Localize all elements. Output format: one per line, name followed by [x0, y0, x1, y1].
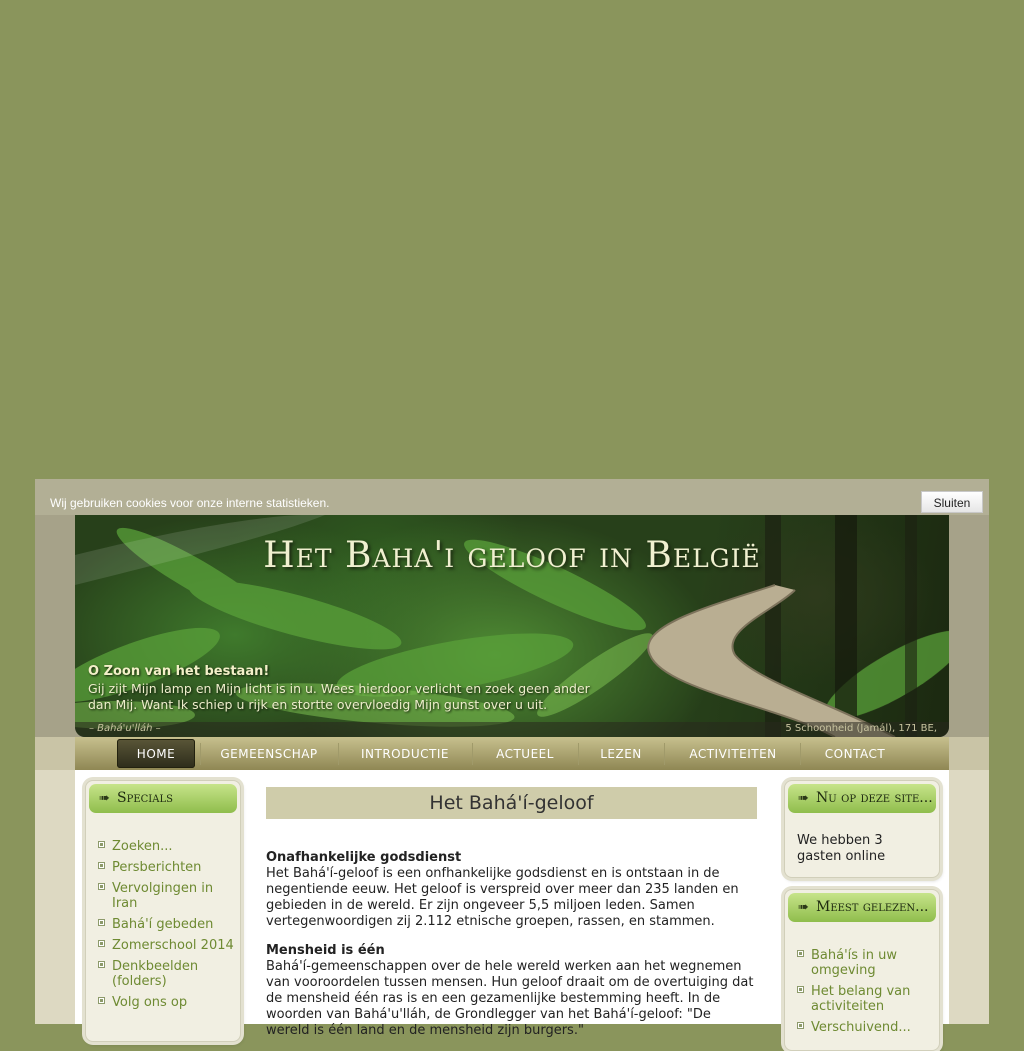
section-heading: Mensheid is één [266, 943, 385, 958]
cookie-bar: Wij gebruiken cookies voor onze interne … [35, 479, 989, 515]
nav-actueel[interactable]: ACTUEEL [482, 739, 568, 768]
list-item[interactable]: Vervolgingen in Iran [98, 881, 238, 911]
link-vervolgingen[interactable]: Vervolgingen in Iran [112, 881, 213, 911]
article-title: Het Bahá'í-geloof [266, 787, 757, 819]
nav-gemeenschap[interactable]: GEMEENSCHAP [210, 739, 328, 768]
nav-divider [664, 743, 665, 765]
link-popular-3[interactable]: Verschuivend... [811, 1020, 911, 1035]
bullet-icon [98, 883, 105, 890]
list-item[interactable]: Verschuivend... [797, 1020, 931, 1035]
specials-box: ➠ Specials Zoeken... Persberichten Vervo… [85, 780, 241, 1042]
list-item[interactable]: Denkbeelden (folders) [98, 959, 238, 989]
main-nav: HOME GEMEENSCHAP INTRODUCTIE ACTUEEL LEZ… [75, 737, 949, 770]
online-box: ➠ Nu op deze site... We hebben 3 gasten … [784, 780, 940, 878]
specials-title: Specials [117, 790, 173, 806]
cookie-close-button[interactable]: Sluiten [921, 491, 983, 513]
link-volg-ons[interactable]: Volg ons op [112, 995, 187, 1010]
quote-footer: – Bahá'u'lláh – 5 Schoonheid (Jamál), 17… [75, 722, 949, 737]
quote-text: Gij zijt Mijn lamp en Mijn licht is in u… [88, 681, 590, 712]
link-zomerschool[interactable]: Zomerschool 2014 [112, 938, 234, 953]
specials-header: ➠ Specials [89, 784, 237, 813]
site-title: Het Baha'i geloof in België [263, 535, 761, 576]
bullet-icon [98, 841, 105, 848]
nav-introductie[interactable]: INTRODUCTIE [348, 739, 462, 768]
header-banner: Het Baha'i geloof in België O Zoon van h… [75, 515, 949, 737]
list-item[interactable]: Zomerschool 2014 [98, 938, 238, 953]
nav-divider [200, 743, 201, 765]
online-title: Nu op deze site... [816, 790, 933, 806]
section-heading: Onafhankelijke godsdienst [266, 850, 462, 865]
online-count-text: We hebben 3 gasten online [797, 833, 886, 864]
nav-home[interactable]: HOME [117, 739, 195, 768]
popular-box: ➠ Meest gelezen... Bahá'ís in uw omgevin… [784, 889, 940, 1051]
quote-reference: 5 Schoonheid (Jamál), 171 BE, [785, 723, 937, 734]
list-item[interactable]: Bahá'ís in uw omgeving [797, 948, 931, 978]
nav-divider [338, 743, 339, 765]
popular-list: Bahá'ís in uw omgeving Het belang van ac… [797, 948, 931, 1041]
popular-header: ➠ Meest gelezen... [788, 893, 936, 922]
arrow-right-icon: ➠ [798, 900, 809, 915]
specials-list: Zoeken... Persberichten Vervolgingen in … [98, 839, 238, 1016]
cookie-message: Wij gebruiken cookies voor onze interne … [50, 496, 330, 510]
nav-divider [578, 743, 579, 765]
arrow-right-icon: ➠ [798, 791, 809, 806]
link-zoeken[interactable]: Zoeken... [112, 839, 173, 854]
bullet-icon [98, 997, 105, 1004]
nav-lezen[interactable]: LEZEN [588, 739, 654, 768]
bullet-icon [98, 862, 105, 869]
link-bahais-omgeving[interactable]: Bahá'ís in uw omgeving [811, 948, 897, 978]
quote-author: – Bahá'u'lláh – [89, 723, 161, 734]
section-text: Het Bahá'í-geloof is een onfhankelijke g… [266, 866, 739, 929]
nav-activiteiten[interactable]: ACTIVITEITEN [674, 739, 792, 768]
nav-divider [800, 743, 801, 765]
list-item[interactable]: Bahá'í gebeden [98, 917, 238, 932]
link-gebeden[interactable]: Bahá'í gebeden [112, 917, 213, 932]
link-belang-activiteiten[interactable]: Het belang van activiteiten [811, 984, 910, 1014]
bullet-icon [98, 940, 105, 947]
quote-title: O Zoon van het bestaan! [88, 664, 270, 679]
arrow-right-icon: ➠ [99, 791, 110, 806]
bullet-icon [98, 919, 105, 926]
bullet-icon [797, 986, 804, 993]
list-item[interactable]: Volg ons op [98, 995, 238, 1010]
link-denkbeelden[interactable]: Denkbeelden (folders) [112, 959, 198, 989]
online-header: ➠ Nu op deze site... [788, 784, 936, 813]
nav-contact[interactable]: CONTACT [810, 739, 900, 768]
list-item[interactable]: Het belang van activiteiten [797, 984, 931, 1014]
section-text: Bahá'í-gemeenschappen over de hele werel… [266, 959, 754, 1038]
bullet-icon [797, 950, 804, 957]
nav-divider [472, 743, 473, 765]
list-item[interactable]: Zoeken... [98, 839, 238, 854]
bullet-icon [98, 961, 105, 968]
link-persberichten[interactable]: Persberichten [112, 860, 201, 875]
bullet-icon [797, 1022, 804, 1029]
popular-title: Meest gelezen... [816, 899, 929, 915]
list-item[interactable]: Persberichten [98, 860, 238, 875]
